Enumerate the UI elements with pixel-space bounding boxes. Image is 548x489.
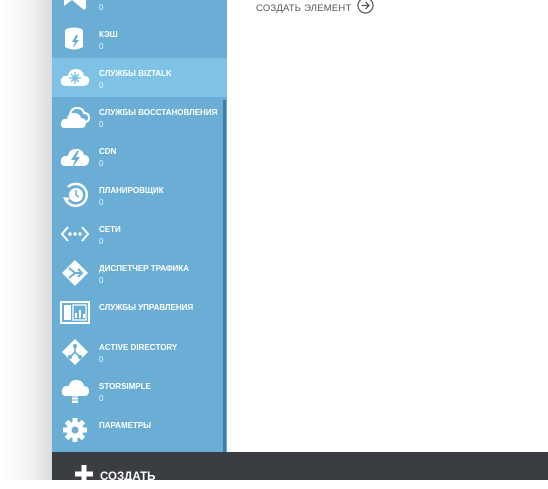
sidebar-item-count: 0 bbox=[99, 159, 104, 168]
create-item-label: СОЗДАТЬ ЭЛЕМЕНТ bbox=[256, 2, 352, 14]
sidebar: 0 КЭШ 0 СЛУЖБЫ BIZTALK 0 СЛУЖБЫ ВОССТАНО… bbox=[52, 0, 227, 452]
sidebar-item-biztalk[interactable]: СЛУЖБЫ BIZTALK 0 bbox=[52, 58, 227, 97]
sidebar-item-active-directory[interactable]: ACTIVE DIRECTORY 0 bbox=[52, 332, 227, 371]
traffic-manager-icon bbox=[60, 259, 90, 287]
sidebar-item-count: 0 bbox=[99, 394, 104, 403]
create-item-link[interactable]: СОЗДАТЬ ЭЛЕМЕНТ bbox=[256, 0, 375, 19]
management-services-icon bbox=[60, 298, 90, 326]
sidebar-item-count: 0 bbox=[99, 198, 104, 207]
cache-icon bbox=[60, 25, 90, 53]
visual-studio-icon bbox=[60, 0, 90, 14]
sidebar-item-label: СЛУЖБЫ ВОССТАНОВЛЕНИЯ bbox=[99, 108, 218, 117]
sidebar-item-label: КЭШ bbox=[99, 30, 118, 39]
scheduler-icon bbox=[60, 181, 90, 209]
network-icon bbox=[60, 220, 90, 248]
sidebar-item-count: 0 bbox=[99, 42, 104, 51]
create-new-label: СОЗДАТЬ bbox=[100, 470, 156, 483]
sidebar-item-visual-studio[interactable]: 0 bbox=[52, 0, 227, 19]
sidebar-item-storsimple[interactable]: STORSIMPLE 0 bbox=[52, 371, 227, 410]
sidebar-item-networks[interactable]: СЕТИ 0 bbox=[52, 214, 227, 253]
active-directory-icon bbox=[60, 338, 90, 366]
create-new-button[interactable]: СОЗДАТЬ bbox=[74, 464, 155, 489]
storsimple-icon bbox=[60, 377, 90, 405]
sidebar-item-label: СЛУЖБЫ УПРАВЛЕНИЯ bbox=[99, 303, 194, 312]
sidebar-item-label: CDN bbox=[99, 147, 117, 156]
sidebar-item-label: ДИСПЕТЧЕР ТРАФИКА bbox=[99, 264, 190, 273]
sidebar-item-label: STORSIMPLE bbox=[99, 382, 151, 391]
sidebar-item-management-services[interactable]: СЛУЖБЫ УПРАВЛЕНИЯ bbox=[52, 292, 227, 331]
sidebar-item-cache[interactable]: КЭШ 0 bbox=[52, 19, 227, 58]
sidebar-item-label: ПЛАНИРОВЩИК bbox=[99, 186, 164, 195]
sidebar-item-label: ACTIVE DIRECTORY bbox=[99, 343, 178, 352]
sidebar-item-scheduler[interactable]: ПЛАНИРОВЩИК 0 bbox=[52, 175, 227, 214]
circle-arrow-right-icon bbox=[357, 0, 375, 19]
biztalk-icon bbox=[60, 64, 90, 92]
left-shadow bbox=[0, 0, 52, 480]
sidebar-item-count: 0 bbox=[99, 81, 104, 90]
main-content: СОЗДАТЬ ЭЛЕМЕНТ bbox=[228, 0, 548, 452]
sidebar-item-label: СЕТИ bbox=[99, 225, 121, 234]
sidebar-item-settings[interactable]: ПАРАМЕТРЫ bbox=[52, 410, 227, 449]
sidebar-item-label: ПАРАМЕТРЫ bbox=[99, 421, 151, 430]
bottom-command-bar: СОЗДАТЬ bbox=[52, 452, 548, 483]
sidebar-item-count: 0 bbox=[99, 237, 104, 246]
sidebar-item-label: СЛУЖБЫ BIZTALK bbox=[99, 69, 172, 78]
plus-icon bbox=[74, 464, 94, 489]
settings-gear-icon bbox=[60, 416, 90, 444]
sidebar-scrollbar[interactable] bbox=[223, 100, 226, 452]
sidebar-item-count: 0 bbox=[99, 276, 104, 285]
sidebar-item-count: 0 bbox=[99, 355, 104, 364]
sidebar-item-cdn[interactable]: CDN 0 bbox=[52, 136, 227, 175]
cdn-icon bbox=[60, 142, 90, 170]
sidebar-item-traffic-manager[interactable]: ДИСПЕТЧЕР ТРАФИКА 0 bbox=[52, 253, 227, 292]
sidebar-item-count: 0 bbox=[99, 3, 104, 12]
sidebar-item-recovery[interactable]: СЛУЖБЫ ВОССТАНОВЛЕНИЯ 0 bbox=[52, 97, 227, 136]
sidebar-item-count: 0 bbox=[99, 120, 104, 129]
recovery-cloud-icon bbox=[60, 103, 90, 131]
